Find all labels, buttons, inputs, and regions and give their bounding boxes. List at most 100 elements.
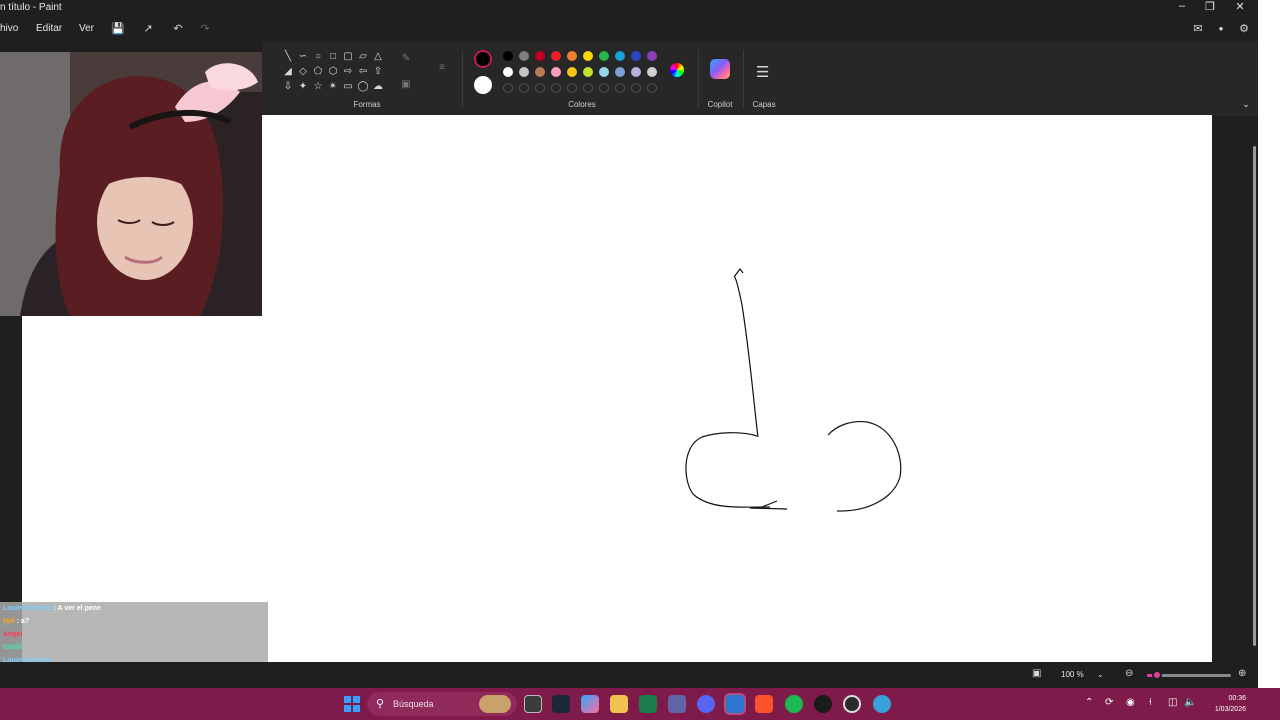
down-arrow-shape-icon[interactable]: ⇩ (282, 81, 294, 93)
palette-color-swatch[interactable] (503, 51, 513, 61)
custom-color-slot[interactable] (615, 83, 625, 93)
taskbar-clock[interactable]: 00:36 1/03/2026 (1206, 693, 1246, 715)
undo-icon[interactable]: ↶ (169, 20, 187, 38)
palette-color-swatch[interactable] (583, 67, 593, 77)
right-triangle-shape-icon[interactable]: ◢ (282, 66, 294, 78)
layers-icon[interactable]: ☰ (756, 63, 769, 81)
steam-icon[interactable] (552, 695, 570, 713)
layers-label[interactable]: Capas (744, 100, 784, 109)
palette-color-swatch[interactable] (567, 51, 577, 61)
custom-color-slot[interactable] (599, 83, 609, 93)
custom-color-slot[interactable] (567, 83, 577, 93)
palette-color-swatch[interactable] (615, 51, 625, 61)
diamond-shape-icon[interactable]: ◇ (297, 66, 309, 78)
palette-color-swatch[interactable] (503, 67, 513, 77)
zoom-slider[interactable] (1147, 670, 1231, 680)
brave-icon[interactable] (755, 695, 773, 713)
palette-color-swatch[interactable] (647, 51, 657, 61)
spotify-icon[interactable] (785, 695, 803, 713)
network-icon[interactable]: ◫ (1168, 697, 1177, 708)
rounded-rectangle-shape-icon[interactable]: ▢ (342, 51, 354, 63)
menu-view[interactable]: Ver (79, 23, 94, 34)
callout-rectangle-shape-icon[interactable]: ▭ (342, 81, 354, 93)
hexagon-shape-icon[interactable]: ⬡ (327, 66, 339, 78)
palette-color-swatch[interactable] (599, 51, 609, 61)
teams-icon[interactable] (668, 695, 686, 713)
palette-color-swatch[interactable] (567, 67, 577, 77)
taskbar-search[interactable]: ⚲ Búsqueda (367, 692, 517, 716)
callout-oval-shape-icon[interactable]: ◯ (357, 81, 369, 93)
redo-icon[interactable]: ↷ (196, 20, 214, 38)
up-arrow-shape-icon[interactable]: ⇧ (372, 66, 384, 78)
custom-color-slot[interactable] (519, 83, 529, 93)
browser-icon[interactable] (873, 695, 891, 713)
four-point-star-shape-icon[interactable]: ✦ (297, 81, 309, 93)
restore-icon[interactable]: ❐ (1198, 0, 1222, 13)
discord-icon[interactable] (697, 695, 715, 713)
excel-icon[interactable] (639, 695, 657, 713)
palette-color-swatch[interactable] (599, 67, 609, 77)
file-explorer-icon[interactable] (610, 695, 628, 713)
fill-icon[interactable]: ▣ (400, 79, 412, 91)
zoom-out-icon[interactable]: ⊖ (1125, 668, 1133, 679)
polygon-shape-icon[interactable]: ▱ (357, 51, 369, 63)
zoom-in-icon[interactable]: ⊕ (1238, 668, 1246, 679)
six-point-star-shape-icon[interactable]: ✴ (327, 81, 339, 93)
tray-app-icon[interactable]: ◉ (1126, 697, 1135, 708)
custom-color-slot[interactable] (583, 83, 593, 93)
feedback-icon[interactable]: ✉ (1189, 20, 1207, 38)
rectangle-shape-icon[interactable]: □ (327, 51, 339, 63)
zoom-slider-knob[interactable] (1152, 670, 1163, 680)
minimize-icon[interactable]: – (1170, 0, 1194, 12)
task-view-icon[interactable] (524, 695, 542, 713)
account-icon[interactable]: ● (1212, 20, 1230, 38)
tray-overflow-chevron-icon[interactable]: ⌃ (1085, 697, 1093, 708)
copilot-icon[interactable] (710, 59, 730, 79)
brush-size-icon[interactable]: ≡ (436, 62, 448, 74)
vertical-scrollbar[interactable] (1250, 116, 1258, 662)
close-icon[interactable]: ✕ (1228, 0, 1252, 13)
palette-color-swatch[interactable] (647, 67, 657, 77)
zoom-dropdown-chevron-icon[interactable]: ⌄ (1097, 670, 1104, 679)
zoom-level[interactable]: 100 % (1061, 670, 1084, 679)
primary-color-swatch[interactable] (474, 50, 492, 68)
menu-file[interactable]: hivo (0, 23, 18, 34)
callout-cloud-shape-icon[interactable]: ☁ (372, 81, 384, 93)
fit-to-window-icon[interactable]: ▣ (1032, 668, 1041, 679)
volume-icon[interactable]: 🔈 (1184, 697, 1196, 708)
sync-icon[interactable]: ⟳ (1105, 697, 1113, 708)
microphone-icon[interactable]: ⍿ (1149, 697, 1152, 708)
right-arrow-shape-icon[interactable]: ⇨ (342, 66, 354, 78)
custom-color-slot[interactable] (535, 83, 545, 93)
scrollbar-thumb[interactable] (1253, 146, 1256, 646)
oval-shape-icon[interactable]: ○ (312, 51, 324, 63)
custom-color-slot[interactable] (647, 83, 657, 93)
custom-color-slot[interactable] (503, 83, 513, 93)
palette-color-swatch[interactable] (519, 67, 529, 77)
palette-color-swatch[interactable] (583, 51, 593, 61)
share-icon[interactable]: ↗ (139, 20, 157, 38)
outline-icon[interactable]: ✎ (400, 53, 412, 65)
palette-color-swatch[interactable] (551, 67, 561, 77)
five-point-star-shape-icon[interactable]: ☆ (312, 81, 324, 93)
left-arrow-shape-icon[interactable]: ⇦ (357, 66, 369, 78)
palette-color-swatch[interactable] (631, 67, 641, 77)
palette-color-swatch[interactable] (519, 51, 529, 61)
triangle-shape-icon[interactable]: △ (372, 51, 384, 63)
palette-color-swatch[interactable] (535, 67, 545, 77)
save-icon[interactable]: 💾 (109, 20, 127, 38)
palette-color-swatch[interactable] (631, 51, 641, 61)
edit-colors-icon[interactable] (670, 63, 684, 77)
paint-icon[interactable] (724, 693, 746, 715)
copilot-app-icon[interactable] (581, 695, 599, 713)
start-button[interactable] (344, 696, 360, 712)
secondary-color-swatch[interactable] (474, 76, 492, 94)
custom-color-slot[interactable] (631, 83, 641, 93)
curve-shape-icon[interactable]: ∽ (297, 51, 309, 63)
palette-color-swatch[interactable] (535, 51, 545, 61)
line-shape-icon[interactable]: ╲ (282, 51, 294, 63)
media-app-icon[interactable] (814, 695, 832, 713)
pentagon-shape-icon[interactable]: ⬠ (312, 66, 324, 78)
settings-icon[interactable]: ⚙ (1235, 20, 1253, 38)
copilot-label[interactable]: Copilot (700, 100, 740, 109)
